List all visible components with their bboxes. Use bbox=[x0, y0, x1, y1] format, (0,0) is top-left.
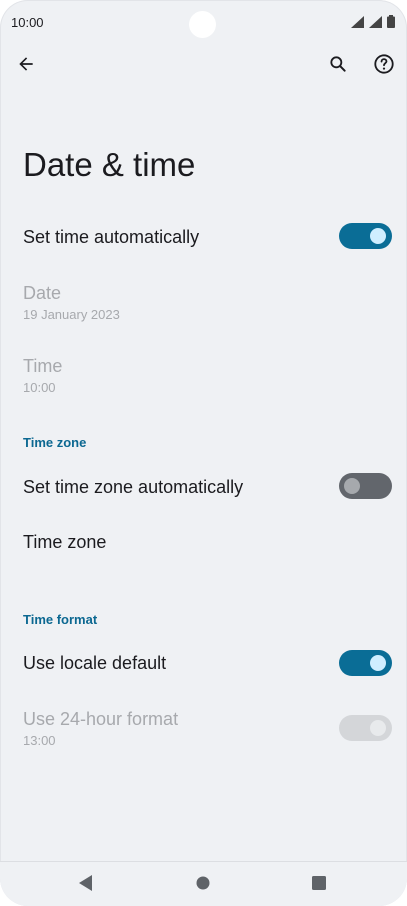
help-icon bbox=[373, 53, 395, 80]
page-title: Date & time bbox=[23, 146, 196, 183]
nav-home-button[interactable] bbox=[188, 872, 218, 898]
search-icon bbox=[328, 54, 348, 79]
navigation-bar bbox=[0, 861, 407, 906]
time-value: 10:00 bbox=[23, 380, 56, 395]
set-time-zone-automatically-toggle[interactable] bbox=[339, 473, 392, 499]
toggle-knob bbox=[370, 720, 386, 736]
recents-square-icon bbox=[312, 875, 326, 895]
top-app-bar bbox=[0, 44, 407, 90]
date-label: Date bbox=[23, 283, 62, 303]
search-button[interactable] bbox=[318, 46, 358, 86]
signal-icon bbox=[351, 15, 364, 28]
set-time-zone-automatically-row[interactable]: Set time zone automatically bbox=[0, 466, 407, 510]
camera-cutout bbox=[189, 11, 216, 38]
use-locale-default-toggle[interactable] bbox=[339, 650, 392, 676]
back-arrow-icon bbox=[16, 54, 36, 79]
nav-recents-button[interactable] bbox=[304, 872, 334, 898]
back-triangle-icon bbox=[79, 874, 93, 896]
set-time-automatically-label: Set time automatically bbox=[23, 227, 200, 247]
use-locale-default-row[interactable]: Use locale default bbox=[0, 642, 407, 686]
time-label: Time bbox=[23, 356, 63, 376]
time-zone-section-header: Time zone bbox=[23, 435, 87, 450]
set-time-automatically-toggle[interactable] bbox=[339, 223, 392, 249]
nav-back-button[interactable] bbox=[71, 872, 101, 898]
toggle-knob bbox=[370, 228, 386, 244]
battery-icon bbox=[387, 15, 395, 28]
time-row: Time 10:00 bbox=[0, 353, 407, 399]
time-zone-label: Time zone bbox=[23, 532, 107, 552]
status-bar: 10:00 bbox=[0, 0, 407, 44]
use-24-hour-format-label: Use 24-hour format bbox=[23, 709, 179, 729]
date-row: Date 19 January 2023 bbox=[0, 280, 407, 326]
use-24-hour-format-toggle bbox=[339, 715, 392, 741]
set-time-zone-automatically-label: Set time zone automatically bbox=[23, 477, 244, 497]
status-icons bbox=[351, 15, 395, 28]
toggle-knob bbox=[370, 655, 386, 671]
use-24-hour-format-row: Use 24-hour format 13:00 bbox=[0, 706, 407, 752]
toggle-knob bbox=[344, 478, 360, 494]
back-button[interactable] bbox=[6, 46, 46, 86]
status-time: 10:00 bbox=[11, 15, 44, 30]
help-button[interactable] bbox=[364, 46, 404, 86]
use-24-hour-format-value: 13:00 bbox=[23, 733, 56, 748]
use-locale-default-label: Use locale default bbox=[23, 653, 167, 673]
home-circle-icon bbox=[196, 876, 210, 895]
time-zone-row[interactable]: Time zone bbox=[0, 522, 407, 566]
phone-screen: 10:00 Date & time Set time automatically… bbox=[0, 0, 407, 906]
signal-icon bbox=[369, 15, 382, 28]
set-time-automatically-row[interactable]: Set time automatically bbox=[0, 216, 407, 260]
date-value: 19 January 2023 bbox=[23, 307, 120, 322]
time-format-section-header: Time format bbox=[23, 612, 98, 627]
